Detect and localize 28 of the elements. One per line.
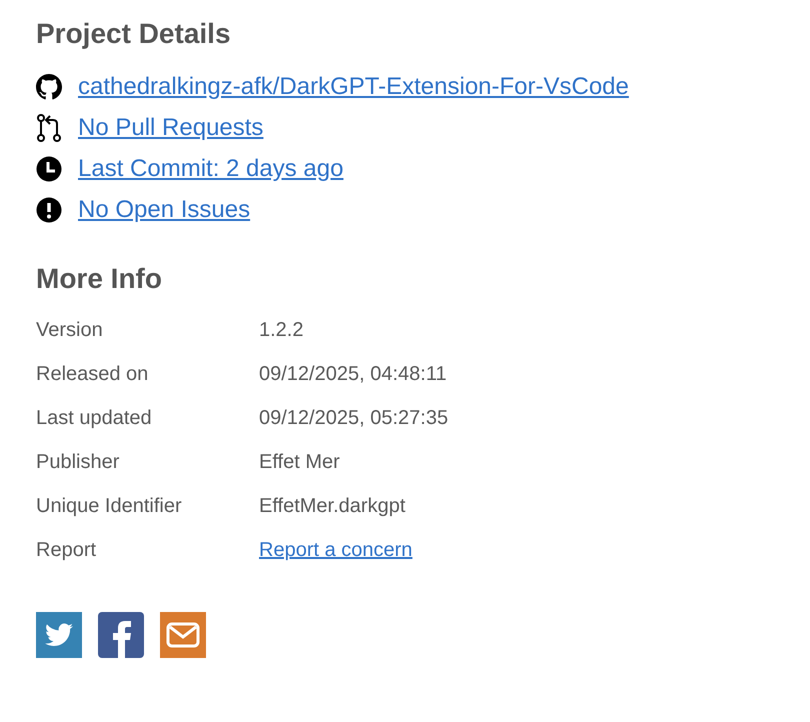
project-link[interactable]: Last Commit: 2 days ago	[78, 154, 344, 182]
facebook-share-button[interactable]	[98, 612, 144, 658]
email-share-button[interactable]	[160, 612, 206, 658]
info-label: Version	[36, 318, 104, 342]
report-link[interactable]: Report a concern	[259, 538, 412, 562]
project-link[interactable]: cathedralkingz-afk/DarkGPT-Extension-For-VsCode	[78, 72, 629, 100]
bird-icon	[45, 623, 73, 647]
exclamation-icon	[36, 196, 62, 222]
github-icon	[36, 74, 62, 100]
info-value: 1.2.2	[259, 318, 304, 342]
info-value: 09/12/2025, 05:27:35	[259, 406, 450, 430]
section-heading: Project Details	[36, 17, 232, 51]
project-link[interactable]: No Pull Requests	[78, 114, 264, 142]
info-value: Effet Mer	[259, 450, 341, 474]
pull-request-icon	[36, 114, 62, 142]
section-heading: More Info	[36, 262, 163, 296]
info-value: 09/12/2025, 04:48:11	[259, 362, 448, 386]
info-label: Last updated	[36, 406, 153, 430]
twitter-share-button[interactable]	[36, 612, 82, 658]
info-label: Publisher	[36, 450, 120, 474]
info-value: EffetMer.darkgpt	[259, 494, 406, 518]
info-label: Unique Identifier	[36, 494, 183, 518]
project-link[interactable]: No Open Issues	[78, 196, 250, 224]
clock-icon	[36, 156, 62, 182]
envelope-icon	[166, 622, 200, 648]
info-label: Released on	[36, 362, 150, 386]
facebook-icon	[112, 620, 134, 658]
info-label: Report	[36, 538, 98, 562]
